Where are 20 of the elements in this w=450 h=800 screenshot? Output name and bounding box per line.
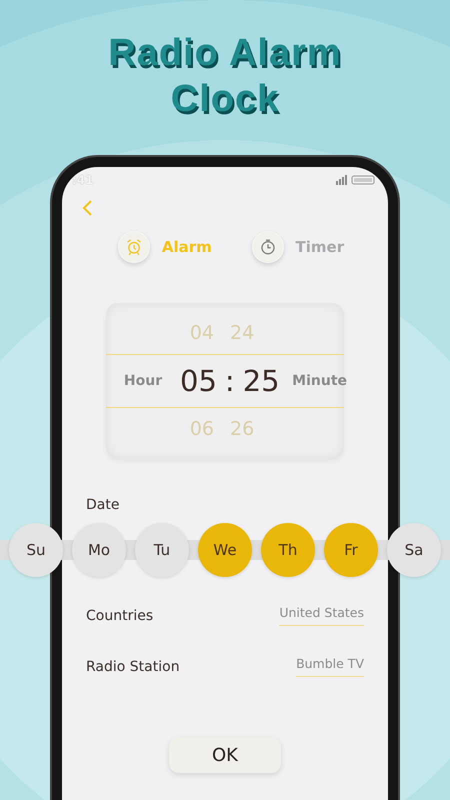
signal-battery-icon: [336, 175, 376, 185]
time-separator: :: [224, 364, 235, 398]
date-label: Date: [86, 497, 120, 513]
minute-value[interactable]: 25: [242, 364, 280, 398]
stopwatch-icon: [258, 238, 277, 256]
minute-label: Minute: [291, 373, 348, 389]
day-toggle[interactable]: We: [198, 523, 252, 577]
day-toggle[interactable]: Fr: [324, 523, 378, 577]
alarm-clock-icon: [124, 238, 143, 256]
day-toggle[interactable]: Su: [9, 523, 63, 577]
setting-label: Countries: [86, 608, 154, 624]
setting-label: Radio Station: [86, 658, 180, 674]
day-toggle[interactable]: Mo: [72, 523, 126, 577]
headline: Radio Alarm Clock: [107, 31, 343, 122]
hour-label: Hour: [122, 373, 164, 389]
day-toggle[interactable]: Tu: [135, 523, 189, 577]
day-toggle[interactable]: Th: [261, 523, 315, 577]
hour-value[interactable]: 05: [180, 364, 217, 398]
day-toggle[interactable]: Sa: [387, 523, 441, 577]
ok-button[interactable]: OK: [169, 737, 281, 773]
